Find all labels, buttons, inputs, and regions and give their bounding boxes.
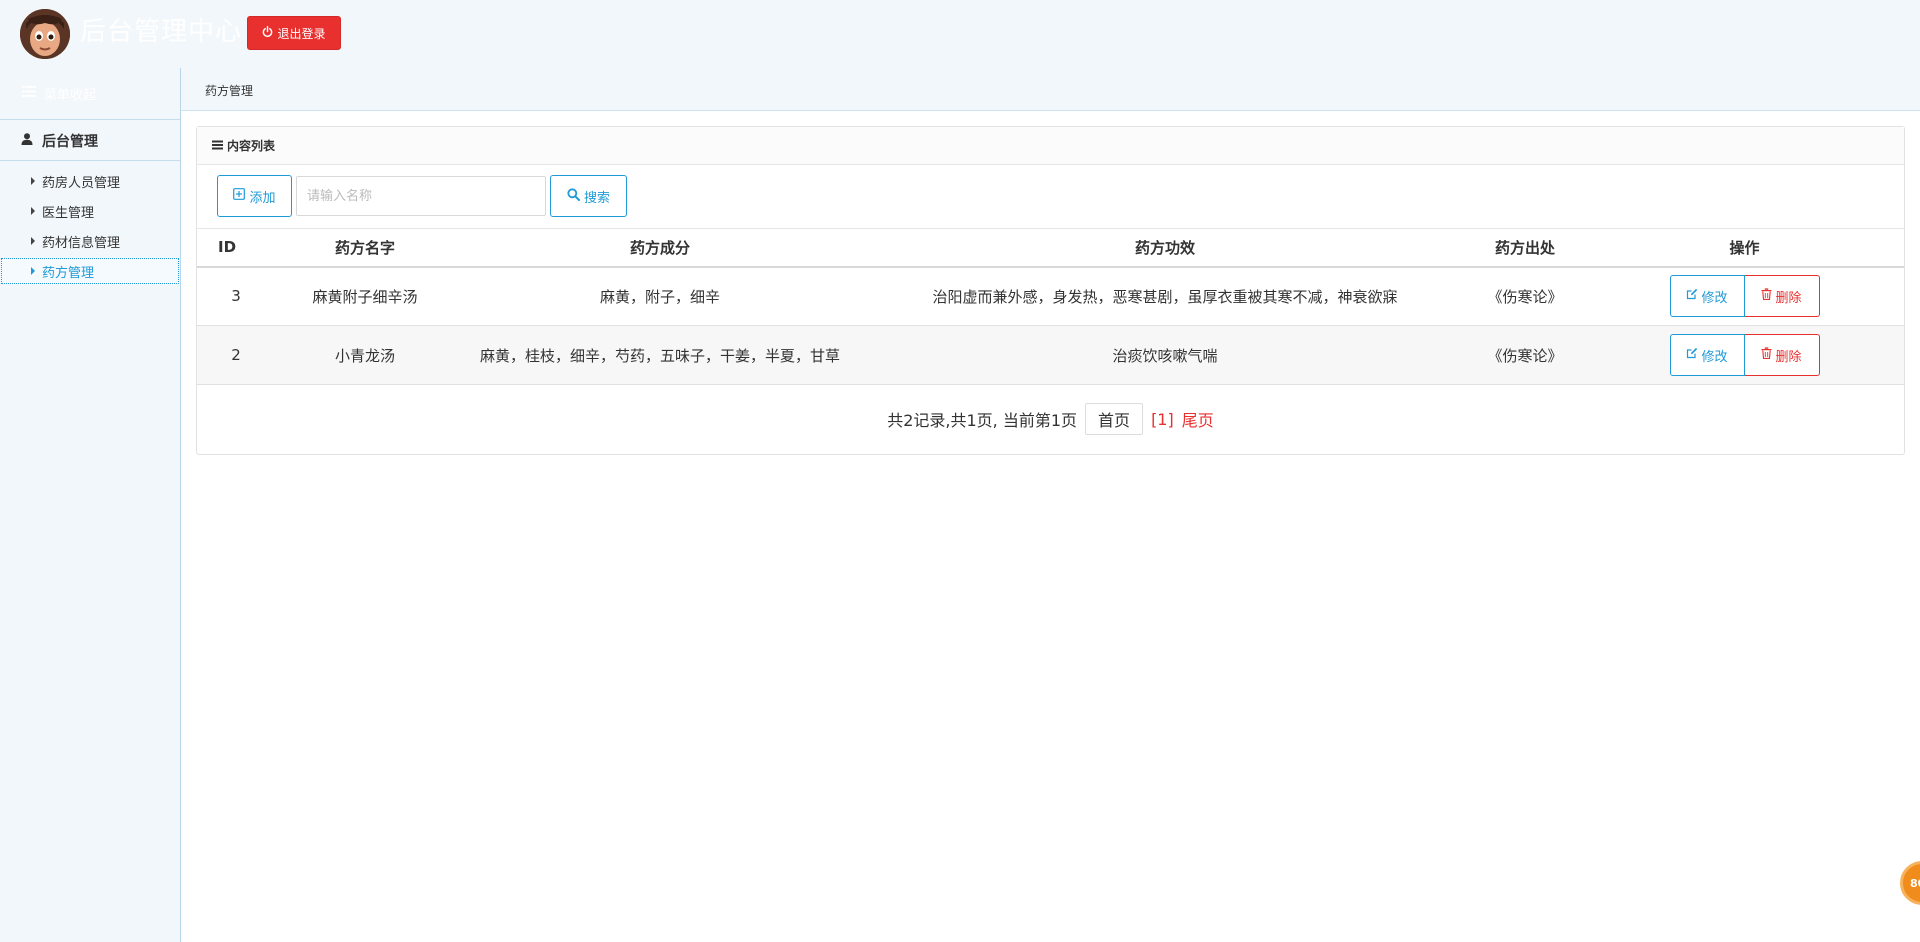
sidebar-menu: 药房人员管理 医生管理 药材信息管理 药方管理 <box>0 168 181 288</box>
search-label: 搜索 <box>583 190 610 206</box>
sidebar-item-prescriptions[interactable]: 药方管理 <box>1 258 179 284</box>
plus-square-icon <box>233 188 246 204</box>
first-page-button[interactable]: 首页 <box>1085 403 1144 435</box>
cell-ingredients: 麻黄，附子，细辛 <box>455 266 865 326</box>
menu-toggle-label: 菜单收起 <box>44 88 97 103</box>
app-title: 后台管理中心 <box>80 17 243 47</box>
edit-label: 修改 <box>1701 349 1728 365</box>
column-header-source: 药方出处 <box>1465 228 1585 268</box>
column-header-name: 药方名字 <box>275 228 455 268</box>
sidebar: 菜单收起 后台管理 药房人员管理 医生管理 药材信息管理 药方管理 <box>0 68 181 942</box>
menu-collapse-toggle[interactable]: 菜单收起 <box>0 68 181 120</box>
cell-id: 2 <box>197 325 275 385</box>
cell-ingredients: 麻黄，桂枝，细辛，芍药，五味子，干姜，半夏，甘草 <box>455 325 865 385</box>
edit-button[interactable]: 修改 <box>1669 334 1745 376</box>
delete-label: 删除 <box>1775 349 1802 365</box>
sidebar-item-label: 药方管理 <box>42 265 95 281</box>
cell-id: 3 <box>197 266 275 326</box>
delete-button[interactable]: 删除 <box>1744 275 1820 318</box>
column-header-id: ID <box>197 228 275 268</box>
panel-header: 内容列表 <box>197 127 1904 165</box>
add-button[interactable]: 添加 <box>217 175 292 217</box>
table-row: 3 麻黄附子细辛汤 麻黄，附子，细辛 治阳虚而兼外感，身发热，恶寒甚剧，虽厚衣重… <box>197 266 1904 326</box>
search-input[interactable] <box>296 176 546 216</box>
delete-label: 删除 <box>1775 290 1802 306</box>
main-content: 内容列表 添加 请输入名称 搜索 ID 药方名字 药方成分 药方功效 药方出处 … <box>181 110 1920 942</box>
column-header-actions: 操作 <box>1585 228 1904 268</box>
pagination-summary: 共2记录,共1页, 当前第1页 <box>887 411 1078 430</box>
caret-right-icon <box>31 207 35 215</box>
cell-name: 麻黄附子细辛汤 <box>275 266 455 326</box>
pagination: 共2记录,共1页, 当前第1页 首页 [1] 尾页 <box>197 403 1904 435</box>
cell-name: 小青龙汤 <box>275 325 455 385</box>
sidebar-item-label: 医生管理 <box>42 205 95 221</box>
top-header: 后台管理中心 退出登录 <box>0 0 1920 68</box>
cell-source: 《伤寒论》 <box>1465 266 1585 326</box>
edit-button[interactable]: 修改 <box>1669 275 1745 318</box>
logout-label: 退出登录 <box>277 26 326 41</box>
user-icon <box>21 132 33 149</box>
search-icon <box>567 187 580 205</box>
sidebar-section-admin[interactable]: 后台管理 <box>0 121 181 161</box>
panel-title: 内容列表 <box>227 139 276 153</box>
table-row: 2 小青龙汤 麻黄，桂枝，细辛，芍药，五味子，干姜，半夏，甘草 治痰饮咳嗽气喘 … <box>197 325 1904 385</box>
edit-icon <box>1686 347 1698 363</box>
column-header-effect: 药方功效 <box>865 228 1465 268</box>
user-avatar <box>20 9 70 59</box>
cell-source: 《伤寒论》 <box>1465 325 1585 385</box>
add-label: 添加 <box>249 190 276 206</box>
bars-icon <box>212 139 223 153</box>
edit-icon <box>1686 288 1698 304</box>
cell-actions: 修改 删除 <box>1585 325 1904 385</box>
trash-icon <box>1761 347 1772 363</box>
edit-label: 修改 <box>1701 290 1728 306</box>
table-header-row: ID 药方名字 药方成分 药方功效 药方出处 操作 <box>197 228 1904 268</box>
caret-right-icon <box>31 237 35 245</box>
sidebar-item-label: 药材信息管理 <box>42 235 121 251</box>
trash-icon <box>1761 288 1772 304</box>
cell-actions: 修改 删除 <box>1585 266 1904 326</box>
sidebar-item-doctors[interactable]: 医生管理 <box>1 198 179 224</box>
cell-effect: 治痰饮咳嗽气喘 <box>865 325 1465 385</box>
sidebar-item-herbs[interactable]: 药材信息管理 <box>1 228 179 254</box>
search-button[interactable]: 搜索 <box>550 175 627 217</box>
caret-right-icon <box>31 177 35 185</box>
current-page-link[interactable]: [1] <box>1151 410 1174 429</box>
content-panel: 内容列表 添加 请输入名称 搜索 ID 药方名字 药方成分 药方功效 药方出处 … <box>196 126 1905 455</box>
logout-button[interactable]: 退出登录 <box>247 16 341 50</box>
list-icon <box>22 86 36 101</box>
sidebar-item-label: 药房人员管理 <box>42 175 121 191</box>
power-icon <box>262 26 273 40</box>
caret-right-icon <box>31 267 35 275</box>
delete-button[interactable]: 删除 <box>1744 334 1820 376</box>
last-page-link[interactable]: 尾页 <box>1182 407 1214 431</box>
breadcrumb: 药方管理 <box>205 84 254 98</box>
column-header-ingredients: 药方成分 <box>455 228 865 268</box>
sidebar-item-pharmacy-staff[interactable]: 药房人员管理 <box>1 168 179 194</box>
cell-effect: 治阳虚而兼外感，身发热，恶寒甚剧，虽厚衣重被其寒不减，神衰欲寐 <box>865 266 1465 326</box>
toolbar: 添加 搜索 <box>217 175 627 217</box>
sidebar-section-label: 后台管理 <box>42 133 98 150</box>
prescription-table: ID 药方名字 药方成分 药方功效 药方出处 操作 3 麻黄附子细辛汤 麻黄，附… <box>197 228 1904 385</box>
